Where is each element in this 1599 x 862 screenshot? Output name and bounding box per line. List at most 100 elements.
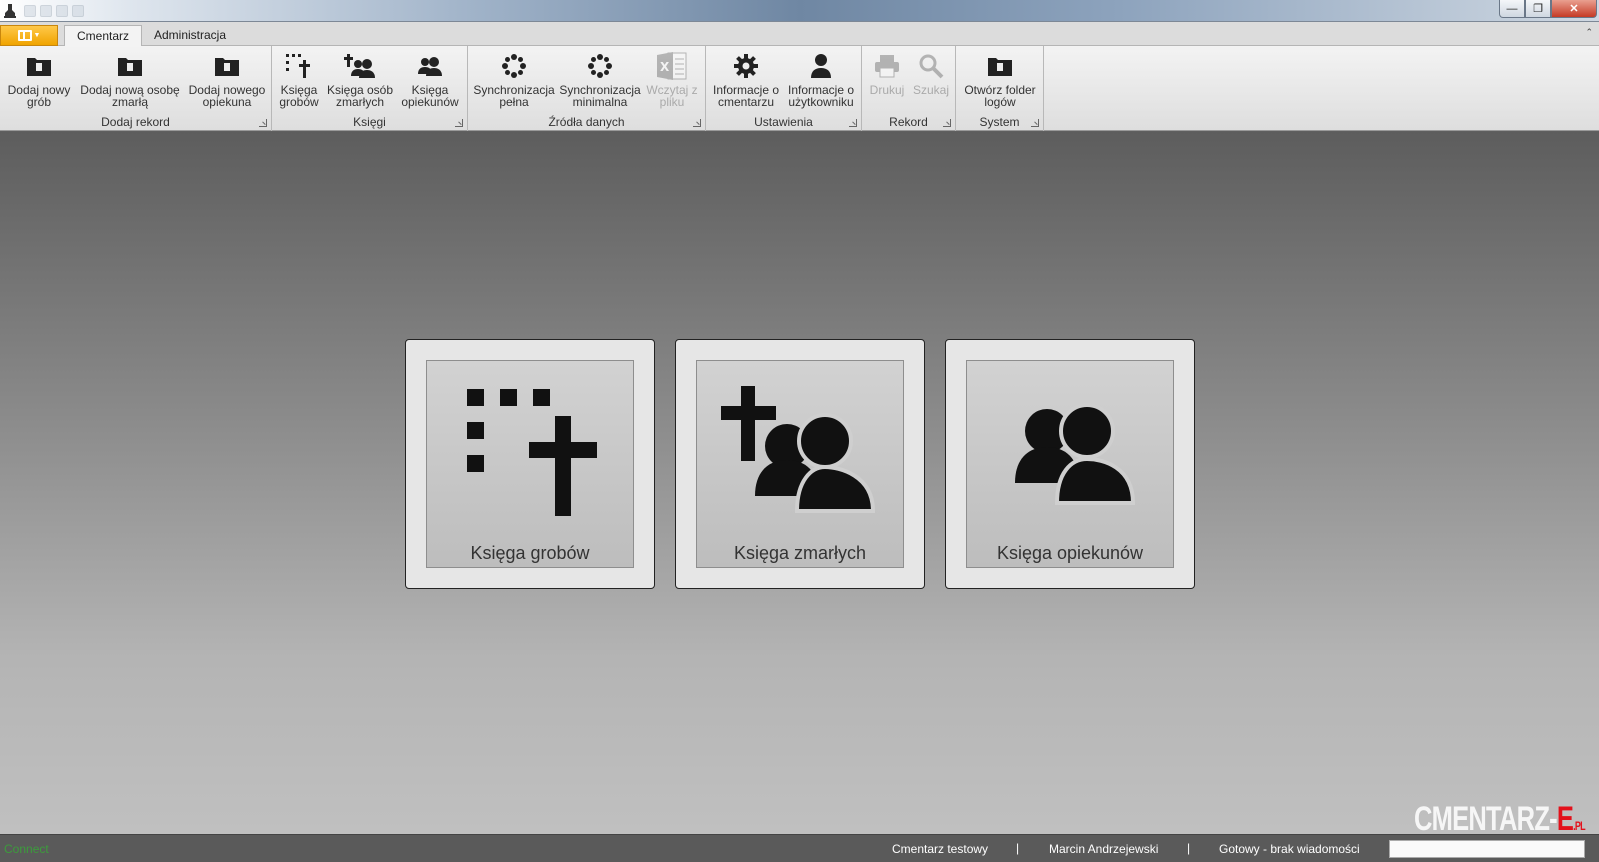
tile-graves-book-label: Księga grobów xyxy=(470,543,590,563)
group-label: Rekord xyxy=(889,115,928,129)
open-log-folder-button[interactable]: Otwórz folder logów xyxy=(960,50,1040,114)
tile-deceased-book-label: Księga zmarłych xyxy=(733,543,867,563)
add-grave-button[interactable]: Dodaj nowy grób xyxy=(4,50,74,114)
deceased-persons-icon xyxy=(344,54,375,78)
minimize-button[interactable]: — xyxy=(1499,0,1525,18)
brand-main: CMENTARZ- xyxy=(1414,800,1558,838)
group-dodaj-rekord: Dodaj nowy grób Dodaj nową osobę zmarłą … xyxy=(0,46,272,131)
graves-book-label: Księga grobów xyxy=(279,83,319,109)
chevron-down-icon: ▼ xyxy=(33,32,41,39)
title-bar: — ❐ ✕ xyxy=(0,0,1599,22)
ribbon-tab-row: ▼ Cmentarz Administracja ⌃ xyxy=(0,22,1599,47)
menu-icon xyxy=(17,30,32,41)
search-label: Szukaj xyxy=(912,83,950,97)
tab-cmentarz[interactable]: Cmentarz xyxy=(64,25,143,47)
caretakers-icon xyxy=(1015,403,1136,505)
brand-e: E xyxy=(1556,800,1574,838)
excel-icon: X xyxy=(657,52,687,80)
user-info-button[interactable]: Informacje o użytkowniku xyxy=(784,50,858,114)
cemetery-name: Cmentarz testowy xyxy=(892,842,989,856)
caretakers-book-label: Księga opiekunów xyxy=(401,83,459,109)
group-system: Otwórz folder logów System xyxy=(956,46,1044,131)
status-message: Gotowy - brak wiadomości xyxy=(1219,842,1360,856)
caretakers-book-button[interactable]: Księga opiekunów xyxy=(398,50,462,114)
sync-minimal-button[interactable]: Synchronizacja minimalna xyxy=(558,50,642,114)
status-bar: Connect Cmentarz testowy | Marcin Andrze… xyxy=(0,834,1599,862)
add-deceased-label: Dodaj nową osobę zmarłą xyxy=(80,83,180,109)
window-controls: — ❐ ✕ xyxy=(1499,0,1597,18)
search-icon xyxy=(919,54,944,79)
deceased-book-button[interactable]: Księga osób zmarłych xyxy=(326,50,394,114)
dialog-launcher-icon[interactable] xyxy=(693,119,701,127)
tile-graves-book[interactable]: Księga grobów xyxy=(405,339,655,589)
sync-full-button[interactable]: Synchronizacja pełna xyxy=(472,50,556,114)
cemetery-info-button[interactable]: Informacje o cmentarzu xyxy=(710,50,782,114)
brand-pl: .PL xyxy=(1573,819,1585,833)
dialog-launcher-icon[interactable] xyxy=(1031,119,1039,127)
dialog-launcher-icon[interactable] xyxy=(943,119,951,127)
group-ksiegi: Księga grobów Księga osób zmarłych Księg… xyxy=(272,46,468,131)
add-caretaker-label: Dodaj nowego opiekuna xyxy=(188,83,266,109)
ribbon: Dodaj nowy grób Dodaj nową osobę zmarłą … xyxy=(0,46,1599,131)
dialog-launcher-icon[interactable] xyxy=(849,119,857,127)
add-caretaker-button[interactable]: Dodaj nowego opiekuna xyxy=(186,50,268,114)
cemetery-info-label: Informacje o cmentarzu xyxy=(712,83,780,109)
quick-access-toolbar xyxy=(24,5,84,17)
user-info-label: Informacje o użytkowniku xyxy=(787,83,855,109)
graves-icon xyxy=(467,389,597,516)
user-icon xyxy=(811,54,831,78)
printer-icon xyxy=(875,55,899,78)
app-icon[interactable] xyxy=(3,3,17,19)
folder-add-icon xyxy=(27,58,51,76)
tile-graves-book-inner[interactable]: Księga grobów xyxy=(426,360,634,568)
group-label: Źródła danych xyxy=(548,115,625,129)
load-from-file-button[interactable]: X Wczytaj z pliku xyxy=(644,50,700,114)
open-log-folder-label: Otwórz folder logów xyxy=(964,83,1036,109)
graves-book-button[interactable]: Księga grobów xyxy=(276,50,322,114)
tile-caretakers-book[interactable]: Księga opiekunów xyxy=(945,339,1195,589)
group-rekord: Drukuj Szukaj Rekord xyxy=(862,46,956,131)
group-label: Księgi xyxy=(353,115,386,129)
graves-icon xyxy=(286,54,310,78)
user-name: Marcin Andrzejewski xyxy=(1049,842,1159,856)
search-button[interactable]: Szukaj xyxy=(910,50,952,114)
close-button[interactable]: ✕ xyxy=(1551,0,1597,18)
sync-full-label: Synchronizacja pełna xyxy=(473,83,555,109)
connection-status: Connect xyxy=(4,842,49,856)
sync-icon xyxy=(502,54,526,78)
folder-add-icon xyxy=(215,58,239,76)
deceased-persons-icon xyxy=(721,386,876,513)
restore-button[interactable]: ❐ xyxy=(1525,0,1551,18)
sync-minimal-label: Synchronizacja minimalna xyxy=(559,83,641,109)
main-area: Księga grobów Księga zmarłych Księga opi… xyxy=(0,132,1599,838)
print-button[interactable]: Drukuj xyxy=(866,50,908,114)
dialog-launcher-icon[interactable] xyxy=(455,119,463,127)
tab-administracja[interactable]: Administracja xyxy=(142,25,238,47)
deceased-book-label: Księga osób zmarłych xyxy=(326,83,394,109)
dialog-launcher-icon[interactable] xyxy=(259,119,267,127)
add-deceased-button[interactable]: Dodaj nową osobę zmarłą xyxy=(78,50,182,114)
progress-bar xyxy=(1389,840,1585,858)
sync-icon xyxy=(588,54,612,78)
add-grave-label: Dodaj nowy grób xyxy=(7,83,71,109)
group-label: Dodaj rekord xyxy=(101,115,170,129)
tile-deceased-book-inner[interactable]: Księga zmarłych xyxy=(696,360,904,568)
tile-caretakers-book-label: Księga opiekunów xyxy=(996,543,1144,563)
status-separator: | xyxy=(1187,841,1191,855)
group-zrodla-danych: Synchronizacja pełna Synchronizacja mini… xyxy=(468,46,706,131)
tile-deceased-book[interactable]: Księga zmarłych xyxy=(675,339,925,589)
print-label: Drukuj xyxy=(869,83,905,97)
folder-add-icon xyxy=(118,58,142,76)
gear-icon xyxy=(734,54,758,78)
group-label: System xyxy=(979,115,1020,129)
load-from-file-label: Wczytaj z pliku xyxy=(646,83,698,109)
group-ustawienia: Informacje o cmentarzu Informacje o użyt… xyxy=(706,46,862,131)
ribbon-collapse-icon[interactable]: ⌃ xyxy=(1585,27,1593,38)
application-menu-button[interactable]: ▼ xyxy=(0,25,58,46)
group-label: Ustawienia xyxy=(754,115,813,129)
status-separator: | xyxy=(1016,841,1020,855)
svg-text:X: X xyxy=(660,60,670,74)
tile-caretakers-book-inner[interactable]: Księga opiekunów xyxy=(966,360,1174,568)
caretakers-icon xyxy=(418,57,442,76)
folder-icon xyxy=(988,58,1012,76)
